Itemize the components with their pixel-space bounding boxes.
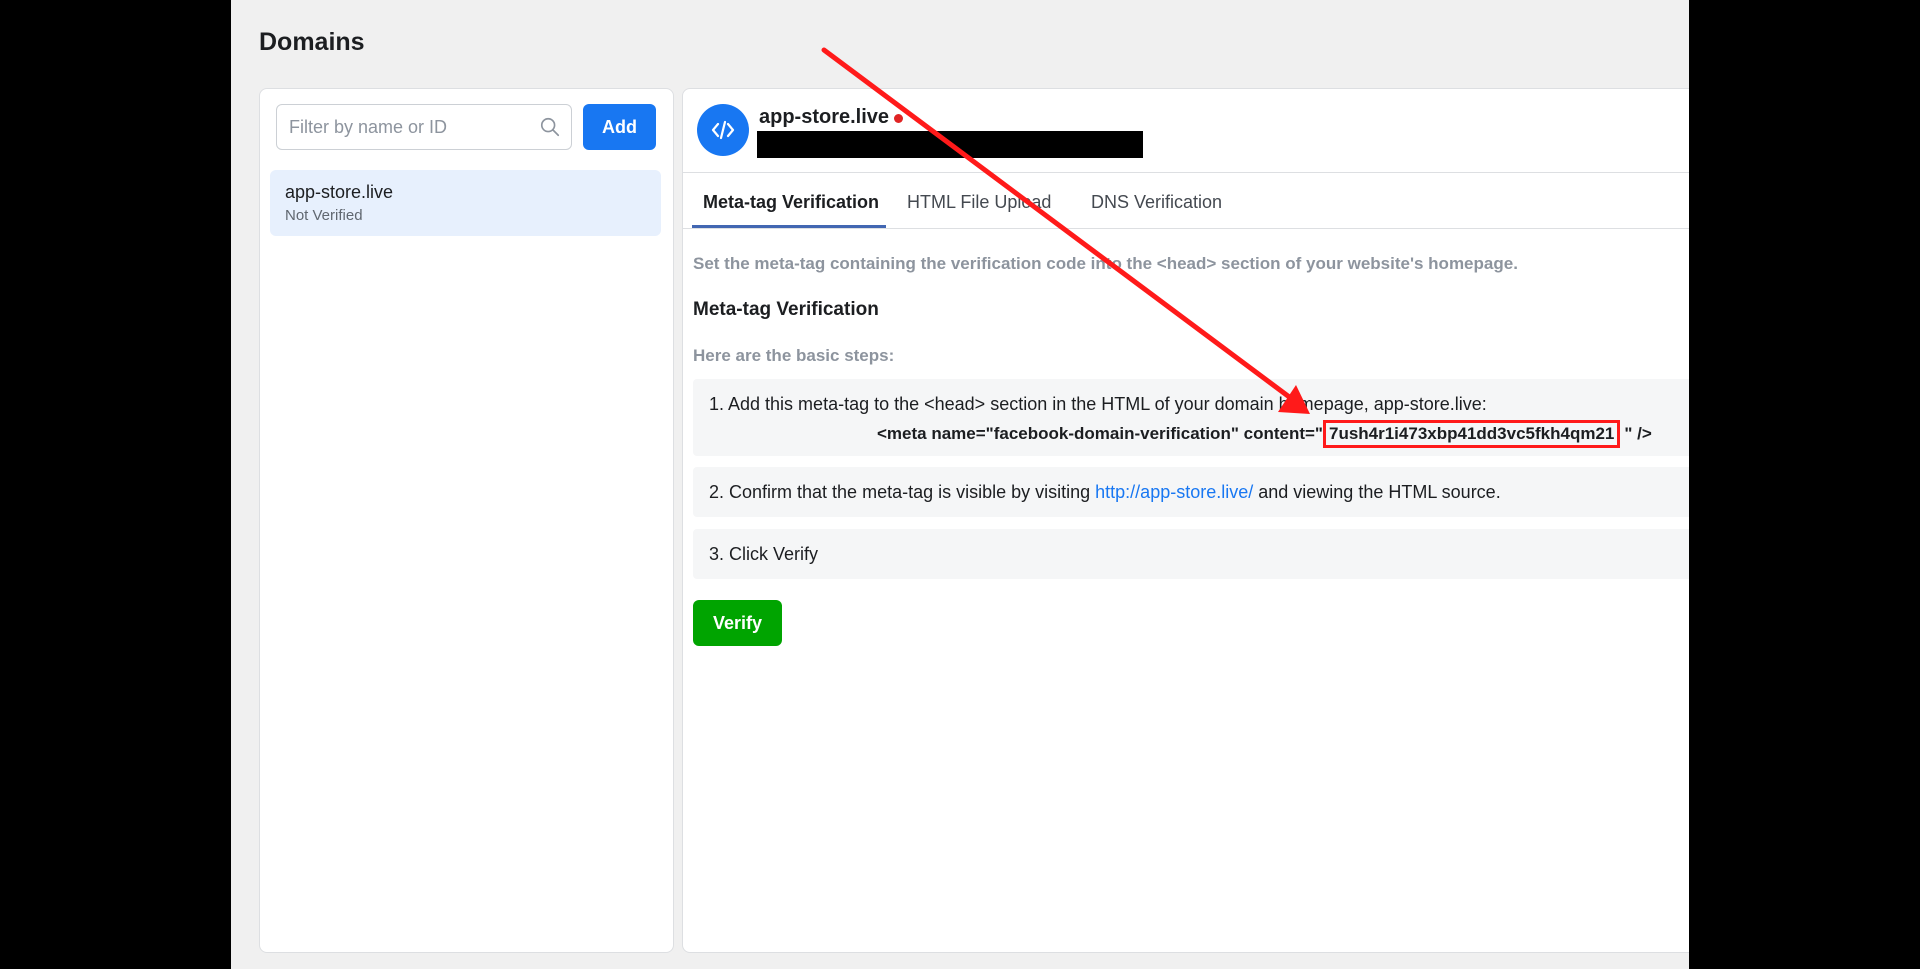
page-title: Domains: [259, 28, 365, 56]
step-3: 3. Click Verify: [693, 529, 1689, 579]
section-heading: Meta-tag Verification: [693, 299, 879, 320]
domain-item-status: Not Verified: [285, 207, 363, 224]
meta-tag-prefix: <meta name="facebook-domain-verification…: [877, 424, 1323, 443]
step-3-text: 3. Click Verify: [709, 544, 819, 564]
redaction-bar: [757, 131, 1143, 158]
step-1: 1. Add this meta-tag to the <head> secti…: [693, 379, 1689, 456]
instruction-text: Set the meta-tag containing the verifica…: [693, 254, 1518, 273]
tab-html-file-upload[interactable]: HTML File Upload: [907, 192, 1051, 213]
status-dot: [894, 114, 903, 123]
search-icon[interactable]: [539, 116, 561, 138]
search-input[interactable]: [289, 105, 529, 149]
code-icon: [711, 120, 735, 140]
meta-tag-suffix: " />: [1624, 424, 1652, 443]
domain-list-panel: Add app-store.live Not Verified: [259, 88, 674, 953]
step-2: 2. Confirm that the meta-tag is visible …: [693, 467, 1689, 517]
verify-button[interactable]: Verify: [693, 600, 782, 646]
step-1-text: 1. Add this meta-tag to the <head> secti…: [709, 394, 1487, 414]
tab-meta-tag-verification[interactable]: Meta-tag Verification: [703, 192, 879, 213]
steps-intro: Here are the basic steps:: [693, 346, 895, 365]
add-button[interactable]: Add: [583, 104, 656, 150]
domain-title: app-store.live: [759, 106, 890, 128]
domain-avatar: [697, 104, 749, 156]
step-2-suffix: and viewing the HTML source.: [1253, 482, 1501, 502]
homepage-link[interactable]: http://app-store.live/: [1095, 482, 1253, 502]
domain-detail-panel: app-store.live Meta-tag Verification HTM…: [682, 88, 1689, 953]
tabs-divider: [683, 228, 1689, 229]
header-divider: [683, 172, 1689, 173]
domain-item-name: app-store.live: [285, 182, 394, 202]
tab-dns-verification[interactable]: DNS Verification: [1091, 192, 1222, 213]
step-2-text: 2. Confirm that the meta-tag is visible …: [709, 482, 1501, 503]
domain-list-item[interactable]: app-store.live Not Verified: [270, 170, 661, 236]
app-window: Domains Add app-store.live Not Verified …: [231, 0, 1689, 969]
verification-code-highlight[interactable]: 7ush4r1i473xbp41dd3vc5fkh4qm21: [1322, 420, 1621, 448]
step-2-prefix: 2. Confirm that the meta-tag is visible …: [709, 482, 1096, 502]
meta-tag-line[interactable]: <meta name="facebook-domain-verification…: [877, 420, 1652, 448]
search-field[interactable]: [276, 104, 572, 150]
